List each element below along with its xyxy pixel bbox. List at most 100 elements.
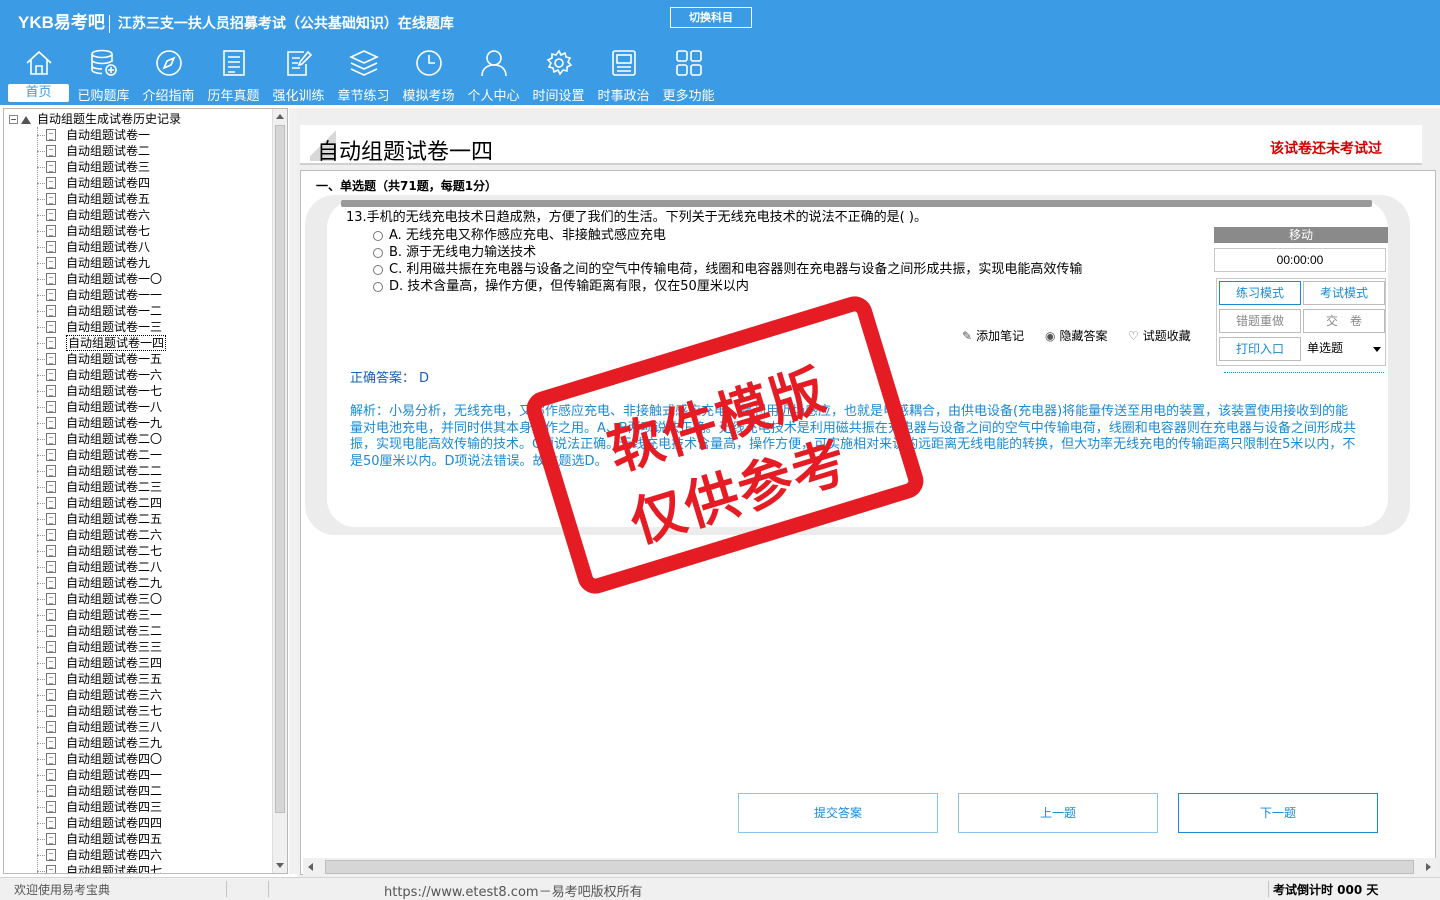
nav-label: 强化训练 <box>272 89 325 104</box>
nav-guide[interactable]: 介绍指南 <box>136 46 201 104</box>
tree-item[interactable]: 自动组题试卷一四 <box>4 335 272 351</box>
panel-splitter[interactable] <box>289 108 297 874</box>
tree-item[interactable]: 自动组题试卷七 <box>4 223 272 239</box>
tree-item-label: 自动组题试卷二五 <box>66 512 163 526</box>
nav-mock-exam[interactable]: 模拟考场 <box>396 46 461 104</box>
tree-item[interactable]: 自动组题试卷三二 <box>4 623 272 639</box>
tree-item[interactable]: 自动组题试卷二 <box>4 143 272 159</box>
tree-item[interactable]: 自动组题试卷一 <box>4 127 272 143</box>
exam-mode-button[interactable]: 考试模式 <box>1303 281 1385 305</box>
tree-item[interactable]: 自动组题试卷一五 <box>4 351 272 367</box>
tree-item[interactable]: 自动组题试卷二五 <box>4 511 272 527</box>
tree-scrollbar[interactable] <box>272 109 287 873</box>
tree-item[interactable]: 自动组题试卷四 <box>4 175 272 191</box>
scrollbar-thumb[interactable] <box>325 860 1414 874</box>
tree-item[interactable]: 自动组题试卷四六 <box>4 847 272 863</box>
question-type-select[interactable]: 单选题 <box>1303 337 1385 361</box>
hide-answer-link[interactable]: ◉ 隐藏答案 <box>1045 327 1108 344</box>
tree-item[interactable]: 自动组题试卷一八 <box>4 399 272 415</box>
chevron-down-icon[interactable] <box>1373 347 1381 352</box>
scroll-down-icon[interactable] <box>276 863 284 868</box>
tree-item[interactable]: 自动组题试卷八 <box>4 239 272 255</box>
option-d[interactable]: D. 技术含量高，操作方便，但传输距离有限，仅在50厘米以内 <box>373 275 749 294</box>
nav-past-papers[interactable]: 历年真题 <box>201 46 266 104</box>
tree-item[interactable]: 自动组题试卷五 <box>4 191 272 207</box>
collapse-icon[interactable]: − <box>9 115 18 124</box>
tree-item[interactable]: 自动组题试卷一三 <box>4 319 272 335</box>
tree-item[interactable]: 自动组题试卷三九 <box>4 735 272 751</box>
submit-paper-button[interactable]: 交 卷 <box>1303 309 1385 333</box>
document-icon <box>46 529 56 541</box>
tree-item[interactable]: 自动组题试卷三四 <box>4 655 272 671</box>
tree-item[interactable]: 自动组题试卷三 <box>4 159 272 175</box>
submit-answer-button[interactable]: 提交答案 <box>738 793 938 833</box>
radio-icon[interactable] <box>373 281 383 292</box>
prev-question-button[interactable]: 上一题 <box>958 793 1158 833</box>
tree-item[interactable]: 自动组题试卷一六 <box>4 367 272 383</box>
tree-item[interactable]: 自动组题试卷二一 <box>4 447 272 463</box>
tree-item[interactable]: 自动组题试卷四二 <box>4 783 272 799</box>
favorite-link[interactable]: ♡ 试题收藏 <box>1128 327 1191 344</box>
scroll-right-icon[interactable] <box>1426 863 1431 871</box>
nav-current-affairs[interactable]: 时事政治 <box>591 46 656 104</box>
tree-item-label: 自动组题试卷四六 <box>66 848 163 862</box>
tree-item[interactable]: 自动组题试卷二〇 <box>4 431 272 447</box>
nav-more[interactable]: 更多功能 <box>656 46 721 104</box>
tree-item[interactable]: 自动组题试卷三三 <box>4 639 272 655</box>
tree-item[interactable]: 自动组题试卷二六 <box>4 527 272 543</box>
tree-item[interactable]: 自动组题试卷一二 <box>4 303 272 319</box>
horizontal-scrollbar[interactable] <box>303 858 1436 876</box>
tree-item[interactable]: 自动组题试卷三一 <box>4 607 272 623</box>
tree-item[interactable]: 自动组题试卷九 <box>4 255 272 271</box>
tree-item[interactable]: 自动组题试卷二三 <box>4 479 272 495</box>
tree-item[interactable]: 自动组题试卷一九 <box>4 415 272 431</box>
nav-chapter[interactable]: 章节练习 <box>331 46 396 104</box>
tree-root[interactable]: − 自动组题生成试卷历史记录 <box>9 111 181 127</box>
tree-item-label: 自动组题试卷一七 <box>66 384 163 398</box>
tree-item[interactable]: 自动组题试卷四四 <box>4 815 272 831</box>
tree-item[interactable]: 自动组题试卷一〇 <box>4 271 272 287</box>
tree-item[interactable]: 自动组题试卷四〇 <box>4 751 272 767</box>
document-icon <box>46 673 56 685</box>
tree-item[interactable]: 自动组题试卷三八 <box>4 719 272 735</box>
tree-item[interactable]: 自动组题试卷二二 <box>4 463 272 479</box>
tree-item[interactable]: 自动组题试卷三六 <box>4 687 272 703</box>
move-handle[interactable]: 移动 <box>1214 227 1388 243</box>
nav-time-settings[interactable]: 时间设置 <box>526 46 591 104</box>
nav-personal[interactable]: 个人中心 <box>461 46 526 104</box>
next-question-button[interactable]: 下一题 <box>1178 793 1378 833</box>
tree-item[interactable]: 自动组题试卷四五 <box>4 831 272 847</box>
nav-purchased[interactable]: 已购题库 <box>71 46 136 104</box>
tree-item[interactable]: 自动组题试卷二七 <box>4 543 272 559</box>
tree-item[interactable]: 自动组题试卷二九 <box>4 575 272 591</box>
document-icon <box>46 577 56 589</box>
print-button[interactable]: 打印入口 <box>1219 337 1301 361</box>
document-icon <box>46 433 56 445</box>
radio-icon[interactable] <box>373 247 383 258</box>
document-icon <box>46 289 56 301</box>
tree-item[interactable]: 自动组题试卷四三 <box>4 799 272 815</box>
nav-home[interactable]: 首页 <box>6 46 71 104</box>
radio-icon[interactable] <box>373 230 383 241</box>
tree-item[interactable]: 自动组题试卷三五 <box>4 671 272 687</box>
tree-item[interactable]: 自动组题试卷二四 <box>4 495 272 511</box>
tree-item[interactable]: 自动组题试卷四七 <box>4 863 272 873</box>
tree-item-label: 自动组题试卷二九 <box>66 576 163 590</box>
radio-icon[interactable] <box>373 264 383 275</box>
switch-subject-button[interactable]: 切换科目 <box>670 7 752 28</box>
practice-mode-button[interactable]: 练习模式 <box>1219 281 1301 305</box>
nav-intensive[interactable]: 强化训练 <box>266 46 331 104</box>
tree-item[interactable]: 自动组题试卷六 <box>4 207 272 223</box>
scrollbar-thumb[interactable] <box>275 125 285 813</box>
tree-item[interactable]: 自动组题试卷三〇 <box>4 591 272 607</box>
redo-wrong-button[interactable]: 错题重做 <box>1219 309 1301 333</box>
scroll-left-icon[interactable] <box>308 863 313 871</box>
tree-item[interactable]: 自动组题试卷二八 <box>4 559 272 575</box>
add-note-link[interactable]: ✎ 添加笔记 <box>962 327 1024 344</box>
tree-item[interactable]: 自动组题试卷一七 <box>4 383 272 399</box>
scroll-up-icon[interactable] <box>276 114 284 119</box>
tree-item-label: 自动组题试卷一五 <box>66 352 163 366</box>
tree-item[interactable]: 自动组题试卷一一 <box>4 287 272 303</box>
tree-item[interactable]: 自动组题试卷四一 <box>4 767 272 783</box>
tree-item[interactable]: 自动组题试卷三七 <box>4 703 272 719</box>
